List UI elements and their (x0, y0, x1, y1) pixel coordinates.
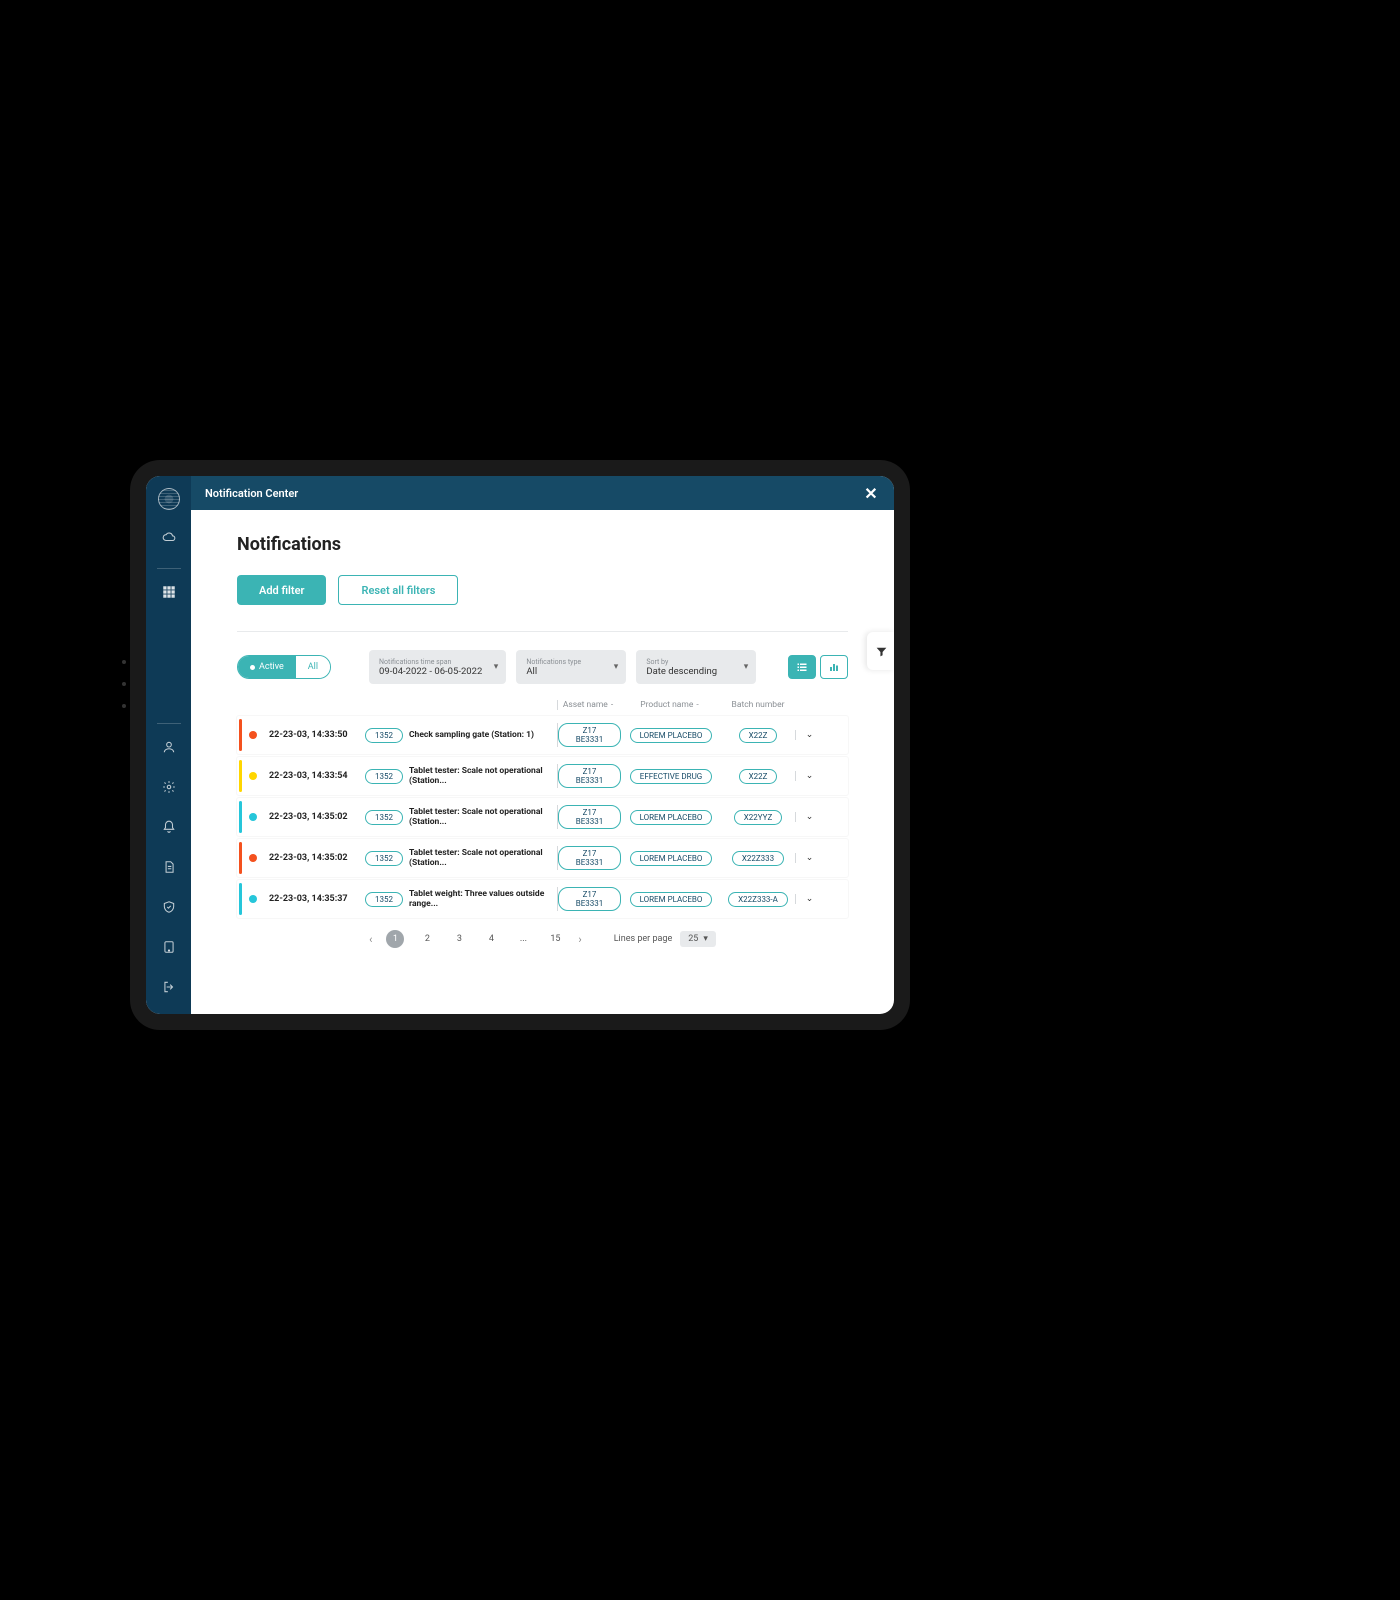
shield-icon[interactable] (156, 894, 182, 920)
sort-value: Date descending (646, 666, 732, 677)
document-icon[interactable] (156, 854, 182, 880)
row-code[interactable]: 1352 (365, 851, 403, 866)
row-message: Tablet tester: Scale not operational (St… (409, 848, 557, 868)
bell-icon[interactable] (156, 814, 182, 840)
notification-list: 22-23-03, 14:33:50 1352 Check sampling gat… (237, 716, 848, 918)
status-toggle: Active All (237, 655, 331, 679)
header-bar: Notification Center ✕ (191, 476, 894, 510)
row-timestamp: 22-23-03, 14:35:37 (263, 894, 359, 904)
batch-pill[interactable]: X22YYZ (734, 810, 782, 825)
product-pill[interactable]: EFFECTIVE DRUG (630, 769, 712, 784)
table-header: Asset name- Product name- Batch number (237, 694, 848, 716)
sort-dropdown[interactable]: Sort by Date descending (636, 650, 756, 684)
table-row: 22-23-03, 14:35:37 1352 Tablet weight: Thr… (237, 880, 848, 918)
sort-label: Sort by (646, 658, 732, 666)
page-number[interactable]: 4 (482, 930, 500, 948)
status-dot (249, 813, 257, 821)
table-row: 22-23-03, 14:35:02 1352 Tablet tester: Sca… (237, 839, 848, 877)
row-message: Check sampling gate (Station: 1) (409, 730, 557, 740)
timespan-label: Notifications time span (379, 658, 482, 666)
expand-icon[interactable]: ⌄ (795, 812, 823, 822)
batch-pill[interactable]: X22Z (739, 769, 778, 784)
status-dot (249, 895, 257, 903)
batch-pill[interactable]: X22Z (739, 728, 778, 743)
lpp-label: Lines per page (614, 934, 673, 944)
logout-icon[interactable] (156, 974, 182, 1000)
asset-pill[interactable]: Z17 BE3331 (558, 846, 621, 870)
product-pill[interactable]: LOREM PLACEBO (630, 728, 713, 743)
close-icon[interactable]: ✕ (862, 484, 880, 502)
expand-icon[interactable]: ⌄ (795, 853, 823, 863)
page-prev[interactable]: ‹ (369, 933, 372, 946)
view-chart-button[interactable] (820, 655, 848, 679)
page-number[interactable]: 1 (386, 930, 404, 948)
product-pill[interactable]: LOREM PLACEBO (630, 892, 713, 907)
header-title: Notification Center (205, 487, 298, 500)
status-dot (249, 854, 257, 862)
tablet-icon[interactable] (156, 934, 182, 960)
expand-icon[interactable]: ⌄ (795, 894, 823, 904)
add-filter-button[interactable]: Add filter (237, 575, 326, 605)
product-pill[interactable]: LOREM PLACEBO (630, 810, 713, 825)
table-row: 22-23-03, 14:33:54 1352 Tablet tester: Sca… (237, 757, 848, 795)
row-timestamp: 22-23-03, 14:35:02 (263, 853, 359, 863)
product-pill[interactable]: LOREM PLACEBO (630, 851, 713, 866)
row-code[interactable]: 1352 (365, 728, 403, 743)
type-label: Notifications type (526, 658, 602, 666)
asset-pill[interactable]: Z17 BE3331 (558, 887, 621, 911)
page-title: Notifications (237, 534, 848, 555)
reset-filters-button[interactable]: Reset all filters (338, 575, 458, 605)
page-number[interactable]: 3 (450, 930, 468, 948)
type-value: All (526, 666, 602, 677)
table-row: 22-23-03, 14:35:02 1352 Tablet tester: Sca… (237, 798, 848, 836)
row-code[interactable]: 1352 (365, 892, 403, 907)
timespan-dropdown[interactable]: Notifications time span 09-04-2022 - 06-… (369, 650, 506, 684)
expand-icon[interactable]: ⌄ (795, 771, 823, 781)
status-dot (249, 731, 257, 739)
pagination: ‹ 1234... 15 › Lines per page 25▾ (237, 930, 848, 948)
timespan-value: 09-04-2022 - 06-05-2022 (379, 666, 482, 677)
expand-icon[interactable]: ⌄ (795, 730, 823, 740)
status-dot (249, 772, 257, 780)
table-row: 22-23-03, 14:33:50 1352 Check sampling gat… (237, 716, 848, 754)
row-message: Tablet tester: Scale not operational (St… (409, 766, 557, 786)
lpp-select[interactable]: 25▾ (680, 931, 716, 947)
row-message: Tablet tester: Scale not operational (St… (409, 807, 557, 827)
apps-icon[interactable] (156, 579, 182, 605)
page-next[interactable]: › (578, 933, 581, 946)
row-timestamp: 22-23-03, 14:33:50 (263, 730, 359, 740)
asset-pill[interactable]: Z17 BE3331 (558, 723, 621, 747)
batch-pill[interactable]: X22Z333-A (728, 892, 788, 907)
row-code[interactable]: 1352 (365, 810, 403, 825)
row-timestamp: 22-23-03, 14:33:54 (263, 771, 359, 781)
user-icon[interactable] (156, 734, 182, 760)
type-dropdown[interactable]: Notifications type All (516, 650, 626, 684)
page-number[interactable]: 2 (418, 930, 436, 948)
batch-pill[interactable]: X22Z333 (732, 851, 784, 866)
view-list-button[interactable] (788, 655, 816, 679)
asset-pill[interactable]: Z17 BE3331 (558, 764, 621, 788)
toggle-all[interactable]: All (296, 656, 330, 678)
row-message: Tablet weight: Three values outside rang… (409, 889, 557, 909)
page-number[interactable]: ... (514, 930, 532, 948)
page-number[interactable]: 15 (546, 930, 564, 948)
filter-fab[interactable] (867, 632, 894, 670)
row-timestamp: 22-23-03, 14:35:02 (263, 812, 359, 822)
cloud-icon[interactable] (156, 524, 182, 550)
tablet-frame: Notification Center ✕ Notifications Add … (130, 460, 910, 1030)
sidebar (146, 476, 191, 1014)
row-code[interactable]: 1352 (365, 769, 403, 784)
gear-icon[interactable] (156, 774, 182, 800)
toggle-active[interactable]: Active (238, 656, 296, 678)
asset-pill[interactable]: Z17 BE3331 (558, 805, 621, 829)
logo-icon (158, 488, 180, 510)
